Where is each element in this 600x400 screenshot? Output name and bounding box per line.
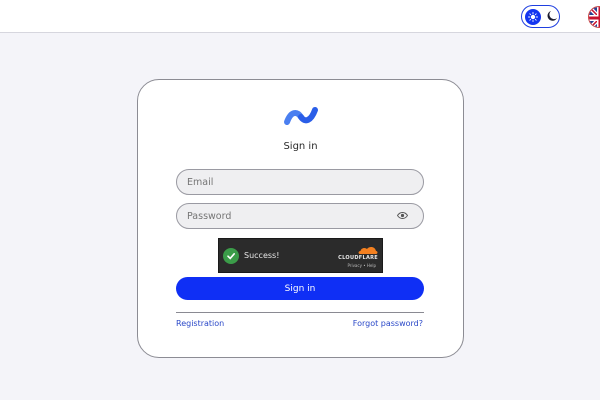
top-bar <box>0 0 600 33</box>
captcha-privacy-link[interactable]: Privacy <box>347 263 361 268</box>
wave-logo-icon <box>284 107 318 125</box>
captcha-links: Privacy • Help <box>347 263 376 268</box>
captcha-help-link[interactable]: Help <box>367 263 376 268</box>
divider <box>176 312 424 313</box>
sign-in-button[interactable]: Sign in <box>176 277 424 300</box>
login-card: Sign in Success! CLOUDFLARE Privacy • He… <box>137 79 464 358</box>
registration-link[interactable]: Registration <box>176 319 224 328</box>
sun-icon <box>525 8 541 25</box>
captcha-status: Success! <box>244 251 280 260</box>
uk-flag-icon[interactable] <box>588 6 600 28</box>
email-field[interactable] <box>176 169 424 195</box>
captcha-provider: CLOUDFLARE <box>338 255 378 261</box>
theme-toggle[interactable] <box>521 5 560 28</box>
captcha-separator: • <box>363 263 366 268</box>
eye-icon[interactable] <box>397 211 408 220</box>
moon-icon <box>547 11 557 21</box>
forgot-password-link[interactable]: Forgot password? <box>353 319 423 328</box>
checkmark-icon <box>223 248 239 264</box>
password-field[interactable] <box>176 203 424 229</box>
captcha-widget[interactable]: Success! CLOUDFLARE Privacy • Help <box>218 238 383 273</box>
cloudflare-cloud-icon <box>358 246 378 254</box>
page-title: Sign in <box>283 141 318 152</box>
